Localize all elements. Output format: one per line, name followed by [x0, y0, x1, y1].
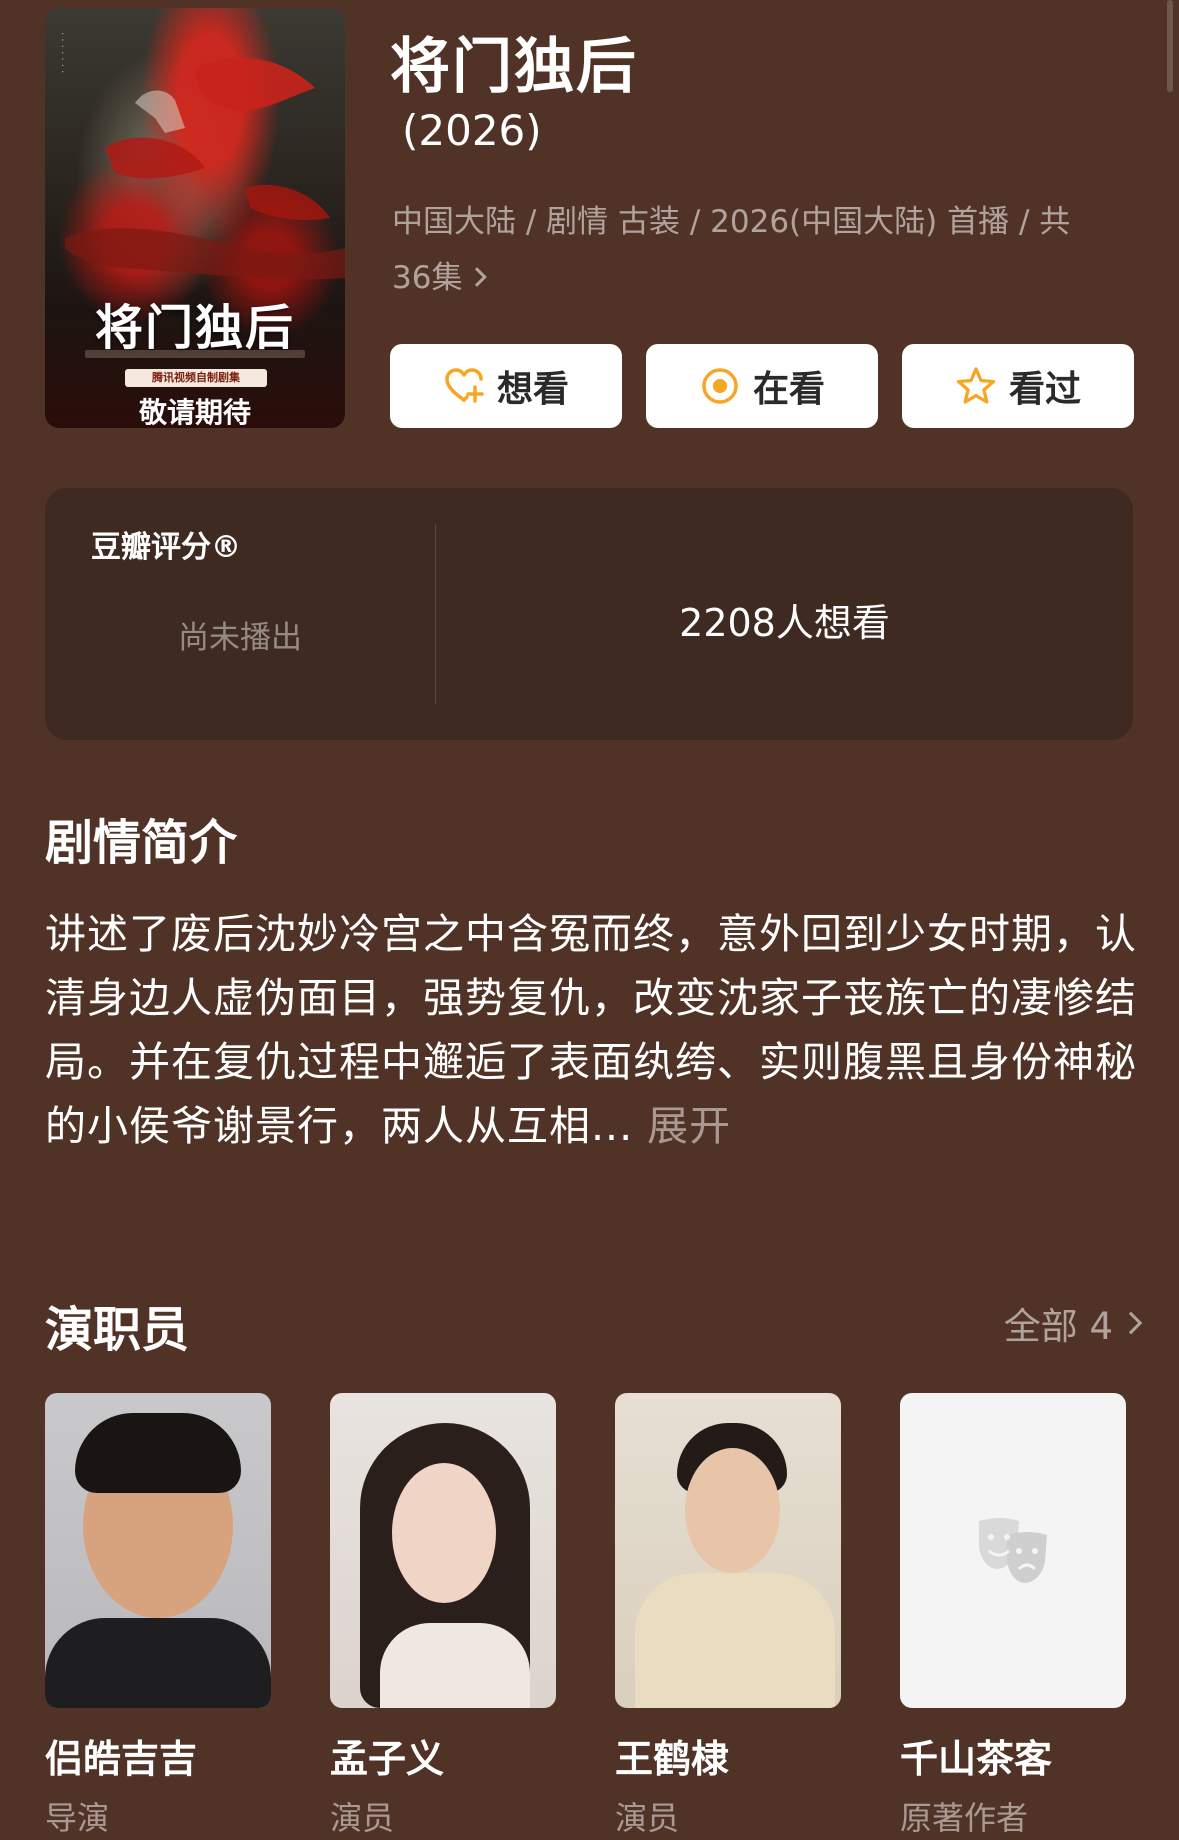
- rating-status: 尚未播出: [178, 620, 302, 656]
- douban-rating-label: 豆瓣评分®: [91, 530, 241, 565]
- cast-photo: [615, 1393, 841, 1708]
- page-title: 将门独后: [390, 32, 638, 102]
- poster-badge: 腾讯视频自制剧集: [125, 369, 267, 387]
- poster-image[interactable]: · · · · · · · 将门独后 腾讯视频自制剧集 敬请期待: [45, 8, 345, 428]
- theater-masks-icon: [979, 1517, 1047, 1583]
- meta-info-link[interactable]: 中国大陆 / 剧情 古装 / 2026(中国大陆) 首播 / 共 36集: [392, 194, 1112, 306]
- rating-card[interactable]: 豆瓣评分® 尚未播出 2208人想看: [45, 488, 1133, 740]
- star-icon: [956, 367, 996, 404]
- cast-role: 导演: [45, 1799, 110, 1837]
- poster-title: 将门独后: [94, 300, 295, 356]
- cast-member-card[interactable]: 千山茶客 原著作者: [900, 1393, 1126, 1839]
- expand-link[interactable]: 展开: [647, 1102, 731, 1150]
- synopsis-text-block[interactable]: 讲述了废后沈妙冷宫之中含冤而终，意外回到少女时期，认清身边人虚伪面目，强势复仇，…: [45, 902, 1140, 1158]
- cast-name: 孟子义: [330, 1737, 445, 1781]
- cast-name: 侣皓吉吉: [45, 1737, 198, 1781]
- cast-photo-placeholder: [900, 1393, 1126, 1708]
- want-to-watch-button[interactable]: 想看: [390, 344, 622, 428]
- poster-tagline: 敬请期待: [138, 396, 251, 428]
- poster-artwork: [65, 57, 345, 280]
- cast-view-all-link[interactable]: 全部 4: [1003, 1296, 1143, 1350]
- cast-name: 王鹤棣: [615, 1737, 730, 1781]
- chevron-right-icon: [467, 267, 488, 287]
- cast-role: 原著作者: [900, 1799, 1029, 1837]
- cast-member-card[interactable]: 王鹤棣 演员: [615, 1393, 841, 1839]
- target-circle-icon: [702, 368, 738, 404]
- cast-photo: [330, 1393, 556, 1708]
- wish-count: 2208人想看: [679, 601, 890, 645]
- want-to-watch-label: 想看: [496, 369, 569, 410]
- cast-role: 演员: [615, 1799, 680, 1837]
- cast-name: 千山茶客: [900, 1737, 1053, 1781]
- poster-subline: [85, 350, 305, 358]
- cast-photo: [45, 1393, 271, 1708]
- cast-title: 演职员: [45, 1302, 190, 1358]
- release-year: (2026): [402, 106, 542, 155]
- watched-button[interactable]: 看过: [902, 344, 1134, 428]
- heart-plus-icon: [445, 368, 484, 403]
- cast-role: 演员: [330, 1799, 395, 1837]
- synopsis-title: 剧情简介: [45, 815, 238, 871]
- watching-label: 在看: [752, 369, 825, 410]
- poster-vertical-text: · · · · · · ·: [56, 32, 67, 74]
- cast-member-card[interactable]: 孟子义 演员: [330, 1393, 556, 1839]
- cast-view-all-label: 全部 4: [1003, 1305, 1113, 1348]
- chevron-right-icon: [1119, 1311, 1143, 1335]
- meta-info-text: 中国大陆 / 剧情 古装 / 2026(中国大陆) 首播 / 共 36集: [392, 204, 1071, 296]
- watched-label: 看过: [1008, 369, 1081, 410]
- watching-button[interactable]: 在看: [646, 344, 878, 428]
- scrollbar[interactable]: [1167, 0, 1173, 92]
- cast-member-card[interactable]: 侣皓吉吉 导演: [45, 1393, 271, 1839]
- synopsis-text: 讲述了废后沈妙冷宫之中含冤而终，意外回到少女时期，认清身边人虚伪面目，强势复仇，…: [45, 910, 1137, 1150]
